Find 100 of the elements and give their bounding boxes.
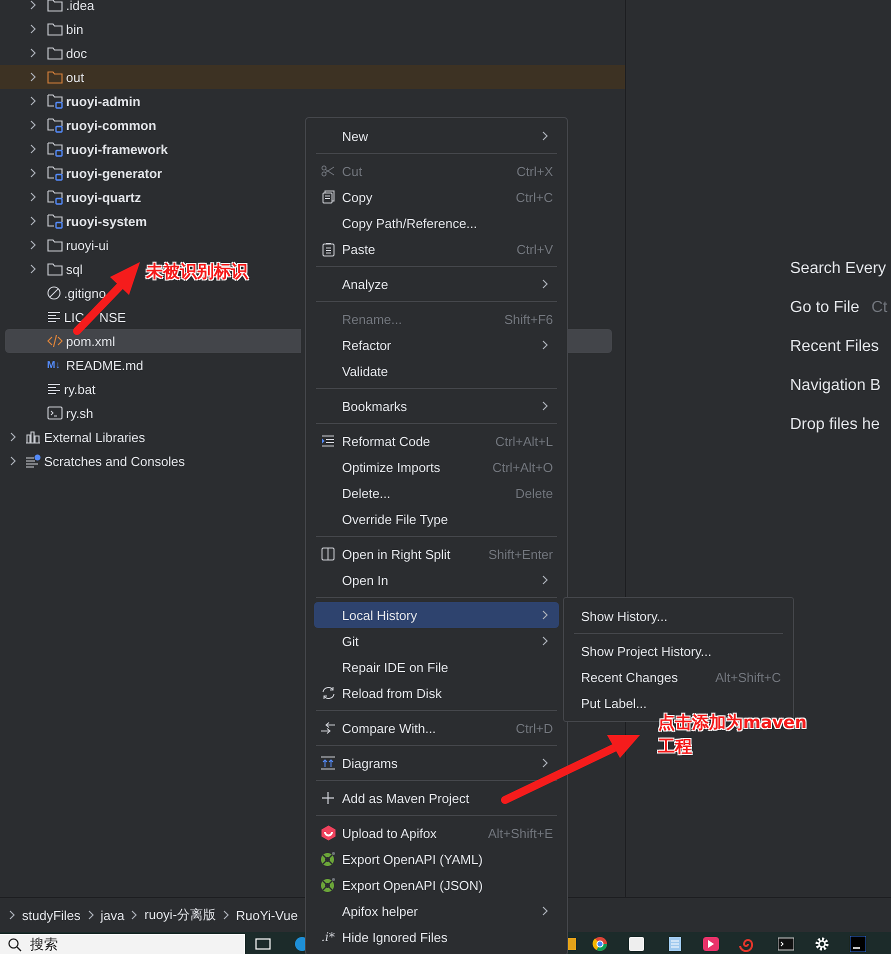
ignored-files-icon: .i* [321,930,335,944]
library-icon [25,430,41,444]
menu-item[interactable]: Export OpenAPI (JSON) [314,872,559,898]
tree-item[interactable]: ruoyi-generator [0,161,166,185]
menu-item[interactable]: Bookmarks [314,393,559,419]
tree-item-label: ruoyi-ui [66,238,109,252]
chevron-right-icon [29,72,37,82]
menu-item[interactable]: Open In [314,567,559,593]
swirl-icon[interactable] [738,936,754,952]
ide-icon[interactable] [850,936,866,952]
folder-icon [47,262,63,276]
text-file-icon [47,311,61,323]
tree-item[interactable]: ry.sh [0,401,98,425]
menu-item[interactable]: Compare With... Ctrl+D [314,715,559,741]
task-view-icon[interactable] [255,936,271,952]
shortcut-label: Ctrl+C [516,190,553,204]
shortcut-label: Ctrl+X [516,164,553,178]
taskbar-search-field[interactable]: 搜索 [0,934,245,954]
app-icon[interactable] [703,936,719,952]
tree-item[interactable]: sql [0,257,87,281]
chevron-right-icon [222,910,230,920]
tree-item[interactable]: ry.bat [0,377,100,401]
tree-item-label: bin [66,22,84,36]
chevron-right-icon [29,264,37,274]
menu-item[interactable]: Copy Path/Reference... [314,210,559,236]
menu-item[interactable]: Upload to Apifox Alt+Shift+E [314,820,559,846]
app-icon[interactable] [568,936,576,952]
module-folder-icon [47,213,63,229]
reload-icon [320,686,336,700]
menu-item[interactable]: Diagrams [314,750,559,776]
menu-item[interactable]: Show Project History... [564,638,793,664]
breadcrumb-item[interactable]: ruoyi-分离版 [144,906,216,924]
tree-item-label: ruoyi-framework [66,142,168,156]
menu-item[interactable]: Copy Ctrl+C [314,184,559,210]
chevron-right-icon [9,432,17,442]
menu-item[interactable]: Reformat Code Ctrl+Alt+L [314,428,559,454]
tree-item[interactable]: M↓ README.md [0,353,148,377]
ignore-file-icon [47,286,61,300]
selected-tree-item[interactable]: pom.xml [5,329,301,353]
tree-item[interactable]: External Libraries [0,425,150,449]
tree-item[interactable]: ruoyi-common [0,113,160,137]
tree-item[interactable]: out [0,65,625,89]
folder-icon [47,22,63,36]
markdown-icon: M↓ [47,360,63,370]
tree-item-label: doc [66,46,87,60]
tree-item-label: External Libraries [44,430,146,444]
menu-item[interactable]: Optimize Imports Ctrl+Alt+O [314,454,559,480]
tree-item[interactable]: bin [0,17,88,41]
tree-item[interactable]: ruoyi-framework [0,137,172,161]
menu-item[interactable]: Recent Changes Alt+Shift+C [564,664,793,690]
apifox-logo-icon [320,825,336,841]
shortcut-label: Ctrl+Alt+L [495,434,553,448]
tree-item[interactable]: ruoyi-ui [0,233,113,257]
menu-item[interactable]: New [314,123,559,149]
folder-icon [47,70,63,84]
notepad-icon[interactable] [668,936,682,952]
chevron-right-icon [29,168,37,178]
breadcrumb-item[interactable]: RuoYi-Vue [236,908,298,922]
tree-item[interactable]: doc [0,41,91,65]
tree-item-label: ruoyi-quartz [66,190,142,204]
menu-item[interactable]: Add as Maven Project [314,785,559,811]
menu-item[interactable]: Repair IDE on File [314,654,559,680]
breadcrumb-item[interactable]: studyFiles [22,908,81,922]
chevron-right-icon [29,24,37,34]
menu-item[interactable]: Local History [314,602,559,628]
tree-item[interactable]: .idea [0,0,98,17]
tree-item-label: ruoyi-system [66,214,147,228]
chevron-right-icon [29,240,37,250]
menu-item[interactable]: Override File Type [314,506,559,532]
openapi-logo-icon [320,851,336,867]
tree-item[interactable]: Scratches and Consoles [0,449,189,473]
editor-hint: Go to File [790,299,860,318]
breadcrumb-item[interactable]: java [100,908,124,922]
menu-item[interactable]: Refactor [314,332,559,358]
tree-item[interactable]: ruoyi-quartz [0,185,146,209]
tree-item[interactable]: ruoyi-admin [0,89,144,113]
chevron-right-icon [29,216,37,226]
menu-item[interactable]: Reload from Disk [314,680,559,706]
menu-item[interactable]: Analyze [314,271,559,297]
editor-hint: Drop files he [790,416,880,435]
app-icon[interactable] [629,936,644,952]
annotation-text: 未被识别标识 [146,261,248,284]
menu-item[interactable]: Export OpenAPI (YAML) [314,846,559,872]
hint-shortcut: Ct [871,299,888,318]
menu-item[interactable]: Open in Right Split Shift+Enter [314,541,559,567]
menu-item[interactable]: Validate [314,358,559,384]
shortcut-label: Shift+Enter [488,546,553,562]
menu-item[interactable]: Delete... Delete [314,480,559,506]
tree-item[interactable]: ruoyi-system [0,209,151,233]
editor-hint: Search Every [790,260,886,279]
menu-item[interactable]: Git [314,628,559,654]
tree-item[interactable]: .gitigno [0,281,110,305]
tree-item-label: ruoyi-generator [66,166,162,180]
menu-item[interactable]: Show History... [564,603,793,629]
menu-item[interactable]: .i* Hide Ignored Files [314,924,559,950]
menu-item[interactable]: Apifox helper [314,898,559,924]
settings-icon[interactable] [814,936,830,952]
chevron-right-icon [29,144,37,154]
menu-item[interactable]: Paste Ctrl+V [314,236,559,262]
terminal-icon[interactable] [778,936,794,952]
